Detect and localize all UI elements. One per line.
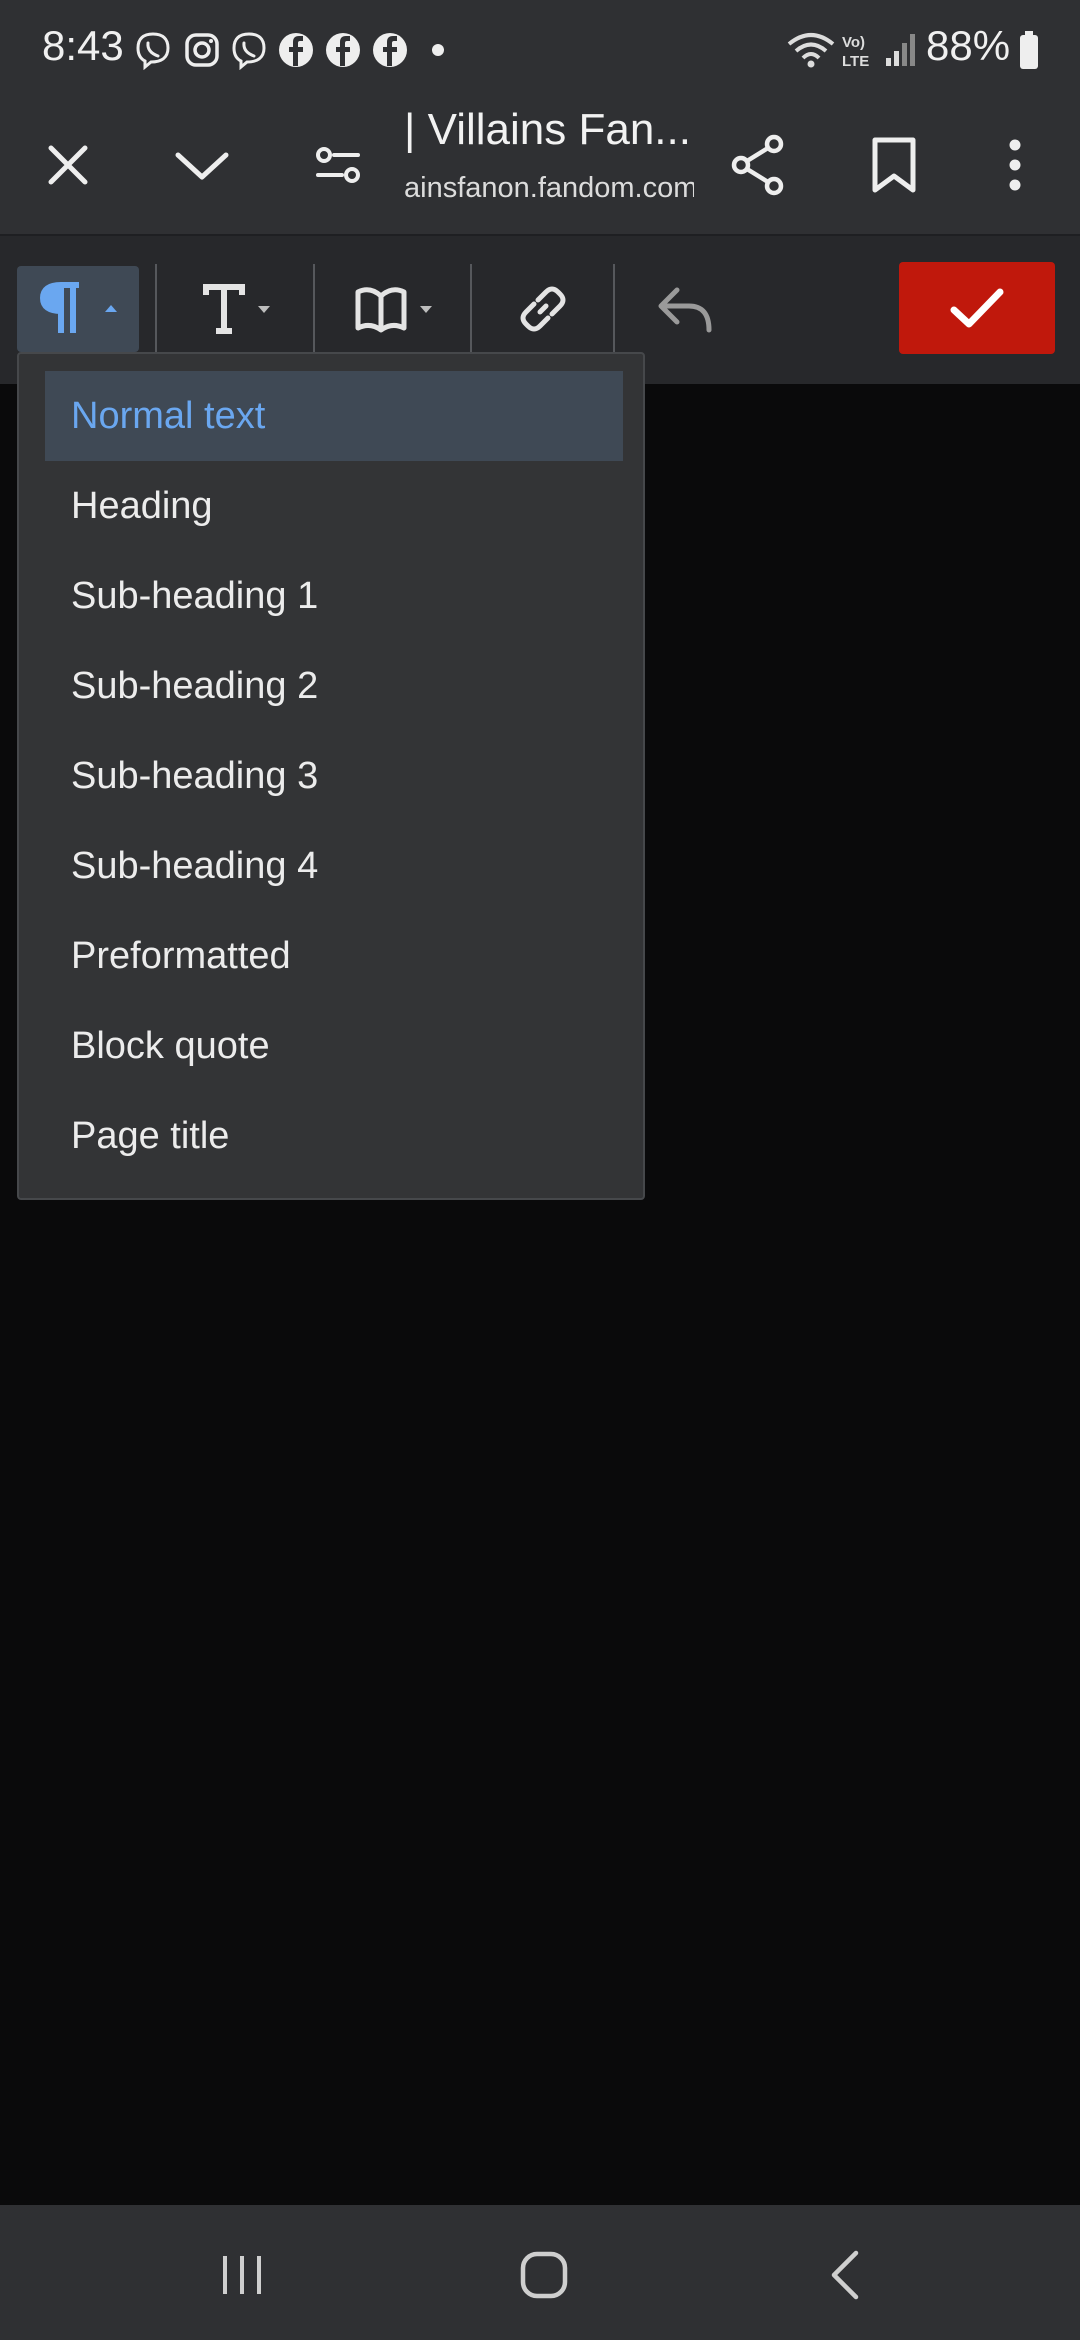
text-style-button[interactable] [186,266,286,352]
close-icon[interactable] [28,125,108,205]
text-style-icon [203,284,245,334]
recents-button[interactable] [202,2235,282,2315]
menu-item-preformatted[interactable]: Preformatted [45,911,623,1001]
bookmark-icon[interactable] [854,125,934,205]
menu-item-normal-text[interactable]: Normal text [45,371,623,461]
paragraph-format-button[interactable] [17,266,139,352]
battery-percent: 88% [926,22,1011,69]
menu-item-sub-heading-4[interactable]: Sub-heading 4 [45,821,623,911]
undo-button [640,266,730,352]
caret-down-icon [420,305,432,313]
cite-button[interactable] [340,266,444,352]
status-time: 8:43 [42,22,124,69]
toolbar-divider [313,264,315,356]
back-button[interactable] [806,2235,886,2315]
book-icon [355,287,407,333]
facebook-icon [279,33,313,67]
toolbar-divider [470,264,472,356]
svg-text:Vo): Vo) [842,34,865,51]
facebook-icon [373,33,407,67]
link-button[interactable] [500,266,586,352]
viber-icon [136,32,170,70]
signal-icon [886,34,915,66]
more-options-icon[interactable] [975,125,1055,205]
menu-item-sub-heading-2[interactable]: Sub-heading 2 [45,641,623,731]
page-title[interactable]: | Villains Fan... [404,105,691,155]
page-url[interactable]: ainsfanon.fandom.com [404,172,694,205]
format-dropdown-menu: Normal text Heading Sub-heading 1 Sub-he… [17,352,645,1200]
site-settings-icon[interactable] [298,125,378,205]
home-icon [520,2251,568,2299]
share-icon[interactable] [718,125,798,205]
menu-item-heading[interactable]: Heading [45,461,623,551]
recents-icon [223,2256,261,2294]
paragraph-icon [39,282,79,333]
svg-text:LTE: LTE [842,53,869,70]
toolbar-divider [155,264,157,356]
checkmark-icon [950,288,1004,328]
menu-item-sub-heading-1[interactable]: Sub-heading 1 [45,551,623,641]
viber-icon [232,32,266,70]
dot-icon [432,44,444,56]
wifi-icon [787,33,835,68]
save-button[interactable] [899,262,1055,354]
battery-icon [1020,31,1038,69]
menu-item-page-title[interactable]: Page title [45,1091,623,1181]
home-button[interactable] [504,2235,584,2315]
menu-item-block-quote[interactable]: Block quote [45,1001,623,1091]
toolbar-divider [613,264,615,356]
caret-up-icon [105,304,117,312]
menu-item-sub-heading-3[interactable]: Sub-heading 3 [45,731,623,821]
caret-down-icon [258,305,270,313]
facebook-icon [326,33,360,67]
back-icon [831,2250,859,2300]
instagram-icon [185,33,219,67]
chevron-down-icon[interactable] [162,125,242,205]
link-icon [520,286,566,332]
volte-icon: Vo) LTE [842,34,869,70]
undo-icon [658,287,712,333]
